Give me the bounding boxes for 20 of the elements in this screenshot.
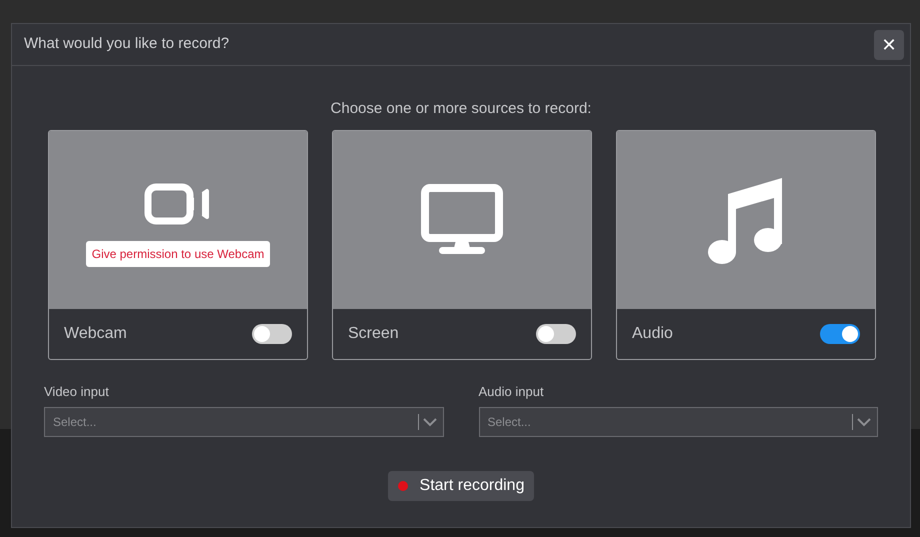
monitor-icon [421,184,503,256]
permission-notice: Give permission to use Webcam [86,240,270,266]
prompt-text: Choose one or more sources to record: [330,99,592,119]
source-label: Screen [348,324,399,344]
dialog-title: What would you like to record? [24,34,230,54]
source-card[interactable]: Give permission to use Webcam Webcam [48,130,308,360]
source-label: Audio [632,324,673,344]
toggle-switch[interactable] [252,324,292,344]
source-label: Webcam [64,324,127,344]
source-card[interactable]: Screen [332,130,592,360]
field-label: Video input [44,382,110,401]
start-recording-button[interactable]: Start recording [388,471,534,501]
toggle-switch[interactable] [536,324,576,344]
chevron-down-icon [857,418,871,426]
chevron-down-icon [422,418,436,426]
field-label: Audio input [478,382,545,401]
close-button[interactable]: ✕ [874,30,904,60]
video-camera-icon [144,182,212,224]
source-card[interactable]: Audio [616,130,876,360]
toggle-switch[interactable] [820,324,860,344]
